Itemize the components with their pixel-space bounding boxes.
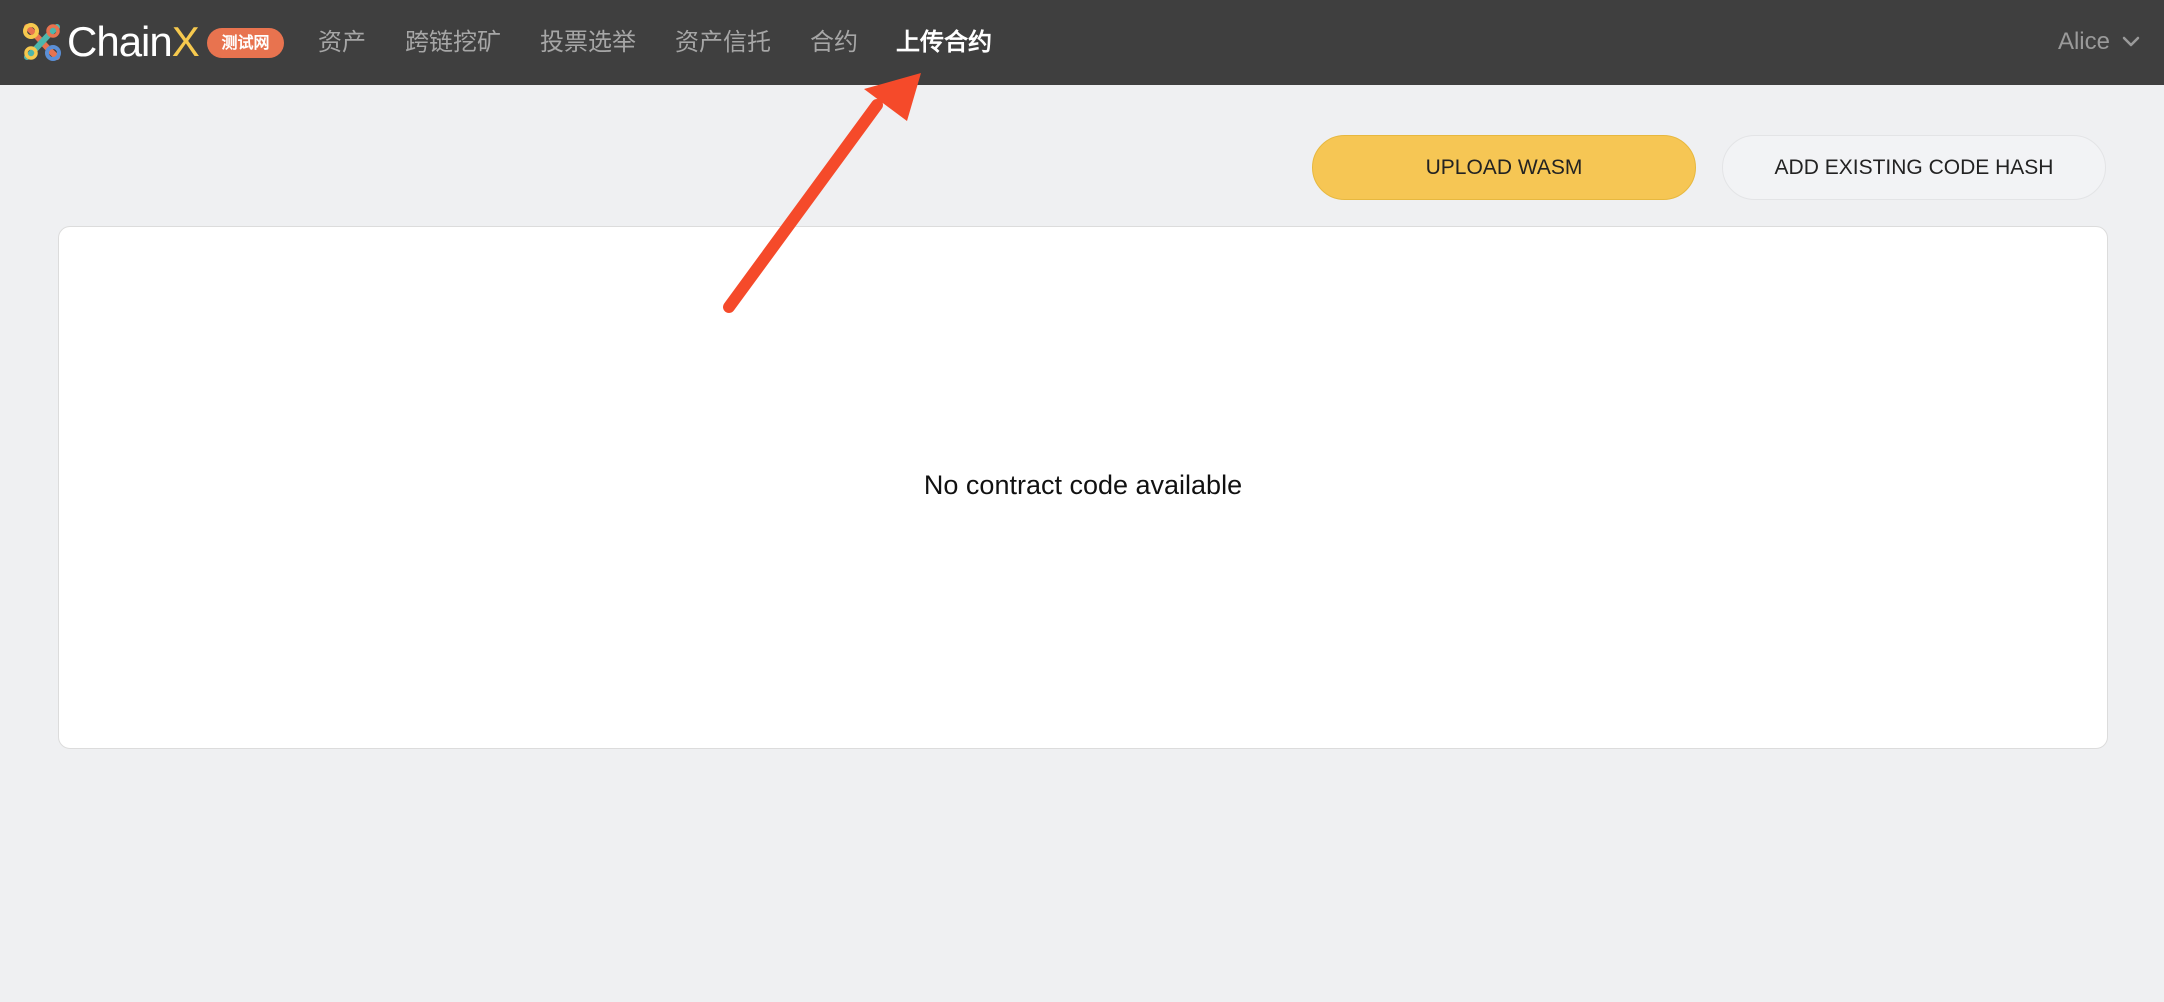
nav-item-upload-contract[interactable]: 上传合约 [896, 22, 992, 62]
brand-name: ChainX [67, 18, 200, 65]
brand-name-part2: X [171, 18, 200, 65]
nav-item-assets[interactable]: 资产 [318, 22, 366, 62]
chainx-logo-icon [23, 23, 61, 61]
account-name: Alice [2057, 28, 2110, 55]
upload-wasm-button[interactable]: UPLOAD WASM [1312, 135, 1696, 200]
nav-item-voting[interactable]: 投票选举 [540, 22, 636, 62]
top-navigation-bar: ChainX 测试网 资产 跨链挖矿 投票选举 资产信托 合约 上传合约 Ali… [0, 0, 2164, 85]
page: ChainX 测试网 资产 跨链挖矿 投票选举 资产信托 合约 上传合约 Ali… [0, 0, 2164, 1002]
brand-logo[interactable]: ChainX [21, 18, 200, 65]
brand-name-part1: Chain [67, 18, 173, 65]
network-badge: 测试网 [207, 28, 284, 58]
nav-item-cross-chain-mining[interactable]: 跨链挖矿 [405, 22, 501, 62]
add-existing-code-hash-button[interactable]: ADD EXISTING CODE HASH [1722, 135, 2106, 200]
contract-code-list: No contract code available [58, 226, 2108, 749]
nav-item-asset-trust[interactable]: 资产信托 [675, 22, 771, 62]
chevron-down-icon [2122, 36, 2140, 47]
account-selector[interactable]: Alice [2058, 22, 2140, 62]
nav-item-contract[interactable]: 合约 [810, 22, 858, 62]
empty-state-message: No contract code available [923, 470, 1243, 500]
